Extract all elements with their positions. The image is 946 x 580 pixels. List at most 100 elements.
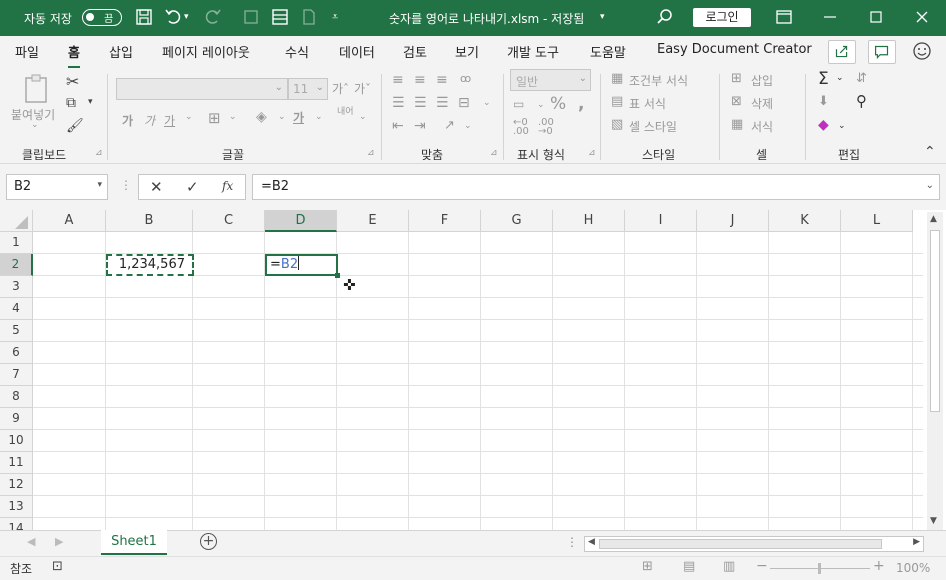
row-header-10[interactable]: 10: [0, 430, 33, 452]
scroll-right-icon[interactable]: ▶: [913, 537, 920, 547]
tab-home[interactable]: 홈: [68, 42, 80, 69]
normal-view-icon[interactable]: ⊞: [642, 559, 653, 574]
fill-icon[interactable]: ⬇: [818, 94, 829, 109]
ribbon-display-icon[interactable]: [775, 8, 793, 26]
zoom-level[interactable]: 100%: [896, 561, 930, 575]
cell-d2[interactable]: =B2: [265, 254, 338, 276]
decrease-font-icon[interactable]: 가ˇ: [354, 80, 371, 97]
title-dropdown-icon[interactable]: ▾: [600, 12, 605, 22]
phonetic-dropdown-icon[interactable]: ⌄: [359, 112, 367, 122]
horizontal-scrollbar[interactable]: ◀ ▶: [584, 536, 924, 552]
clipboard-launcher-icon[interactable]: ⊿: [95, 148, 103, 158]
column-header-c[interactable]: C: [193, 210, 265, 232]
formula-input[interactable]: =B2 ⌄: [252, 174, 940, 200]
tab-developer[interactable]: 개발 도구: [507, 42, 559, 61]
autosave-toggle[interactable]: 끔: [82, 9, 122, 26]
row-header-13[interactable]: 13: [0, 496, 33, 518]
number-format-select[interactable]: 일반 ⌄: [510, 69, 591, 91]
tab-insert[interactable]: 삽입: [109, 42, 133, 61]
cut-icon[interactable]: ✂: [66, 72, 79, 91]
insert-function-icon[interactable]: fx: [222, 179, 233, 193]
text-direction-icon[interactable]: ꝏ: [460, 72, 471, 85]
macro-record-icon[interactable]: ⊡: [52, 559, 63, 574]
paste-icon[interactable]: [22, 74, 52, 106]
align-middle-icon[interactable]: ≡: [414, 72, 426, 88]
cancel-icon[interactable]: ✕: [150, 178, 163, 196]
row-header-1[interactable]: 1: [0, 232, 33, 254]
column-header-f[interactable]: F: [409, 210, 481, 232]
search-icon[interactable]: [656, 8, 674, 26]
italic-icon[interactable]: 가: [144, 112, 155, 129]
sheet-tab-sheet1[interactable]: Sheet1: [101, 530, 167, 555]
underline-icon[interactable]: 가: [164, 112, 175, 129]
accounting-format-icon[interactable]: ▭: [513, 97, 524, 111]
zoom-slider-thumb[interactable]: [818, 563, 821, 574]
scroll-left-icon[interactable]: ◀: [588, 537, 595, 547]
clear-dropdown-icon[interactable]: ⌄: [838, 121, 846, 131]
sort-filter-icon[interactable]: ⇵: [856, 71, 867, 86]
autosum-icon[interactable]: Σ: [818, 69, 829, 89]
font-name-select[interactable]: ⌄: [116, 78, 288, 100]
row-header-11[interactable]: 11: [0, 452, 33, 474]
border-dropdown-icon[interactable]: ⌄: [229, 112, 237, 122]
tab-data[interactable]: 데이터: [339, 42, 375, 61]
row-header-4[interactable]: 4: [0, 298, 33, 320]
row-header-12[interactable]: 12: [0, 474, 33, 496]
column-header-l[interactable]: L: [841, 210, 913, 232]
comments-button[interactable]: [868, 40, 896, 64]
align-center-icon[interactable]: ☰: [414, 95, 427, 111]
font-color-icon[interactable]: 가: [293, 109, 304, 126]
percent-icon[interactable]: %: [550, 94, 566, 114]
maximize-icon[interactable]: [867, 8, 885, 26]
enter-icon[interactable]: ✓: [186, 178, 199, 196]
vertical-scrollbar[interactable]: ▲ ▼: [927, 212, 943, 530]
expand-formula-icon[interactable]: ⌄: [926, 180, 934, 191]
delete-cells-button[interactable]: 삭제: [751, 95, 773, 112]
column-header-h[interactable]: H: [553, 210, 625, 232]
zoom-out-icon[interactable]: −: [756, 558, 768, 574]
column-header-j[interactable]: J: [697, 210, 769, 232]
conditional-format-icon[interactable]: ▦: [611, 71, 623, 86]
fill-color-icon[interactable]: ◈: [256, 109, 267, 125]
merge-icon[interactable]: ⊟: [458, 95, 470, 111]
border-icon[interactable]: ⊞: [208, 109, 221, 127]
tab-review[interactable]: 검토: [403, 42, 427, 61]
save-icon[interactable]: [135, 8, 153, 26]
copy-dropdown-icon[interactable]: ▾: [88, 97, 93, 107]
cell-styles-icon[interactable]: ▧: [611, 117, 623, 132]
collapse-ribbon-icon[interactable]: ⌃: [924, 144, 936, 160]
name-box-dropdown-icon[interactable]: ▾: [97, 180, 102, 190]
align-top-icon[interactable]: ≡: [392, 72, 404, 88]
tab-help[interactable]: 도움말: [590, 42, 626, 61]
row-header-8[interactable]: 8: [0, 386, 33, 408]
row-header-5[interactable]: 5: [0, 320, 33, 342]
name-box[interactable]: B2 ▾: [6, 174, 108, 200]
horizontal-scroll-thumb[interactable]: [599, 539, 882, 549]
phonetic-icon[interactable]: 내어: [337, 108, 354, 117]
align-right-icon[interactable]: ☰: [436, 95, 449, 111]
next-sheet-icon[interactable]: ▶: [55, 535, 63, 548]
orientation-dropdown-icon[interactable]: ⌄: [464, 121, 472, 131]
page-break-view-icon[interactable]: ▥: [723, 559, 735, 574]
tab-easy-document-creator[interactable]: Easy Document Creator: [657, 42, 812, 57]
form-icon[interactable]: [271, 8, 289, 26]
find-select-icon[interactable]: ⚲: [856, 92, 867, 110]
decrease-decimal-icon[interactable]: .00 →0: [538, 118, 554, 137]
bold-icon[interactable]: 가: [122, 112, 133, 129]
row-header-6[interactable]: 6: [0, 342, 33, 364]
merge-dropdown-icon[interactable]: ⌄: [483, 98, 491, 108]
column-header-a[interactable]: A: [33, 210, 106, 232]
format-painter-icon[interactable]: 🖌: [66, 118, 84, 134]
format-cells-button[interactable]: 서식: [751, 118, 773, 135]
row-header-14[interactable]: 14: [0, 518, 33, 530]
comma-icon[interactable]: ,: [578, 94, 584, 114]
row-header-3[interactable]: 3: [0, 276, 33, 298]
format-cells-icon[interactable]: ▦: [731, 117, 743, 132]
zoom-in-icon[interactable]: +: [873, 558, 885, 574]
tab-page-layout[interactable]: 페이지 레이아웃: [162, 42, 250, 61]
fill-handle[interactable]: [335, 273, 340, 278]
login-button[interactable]: 로그인: [693, 8, 751, 27]
prev-sheet-icon[interactable]: ◀: [27, 535, 35, 548]
scroll-down-icon[interactable]: ▼: [930, 516, 937, 526]
accounting-dropdown-icon[interactable]: ⌄: [537, 100, 545, 110]
